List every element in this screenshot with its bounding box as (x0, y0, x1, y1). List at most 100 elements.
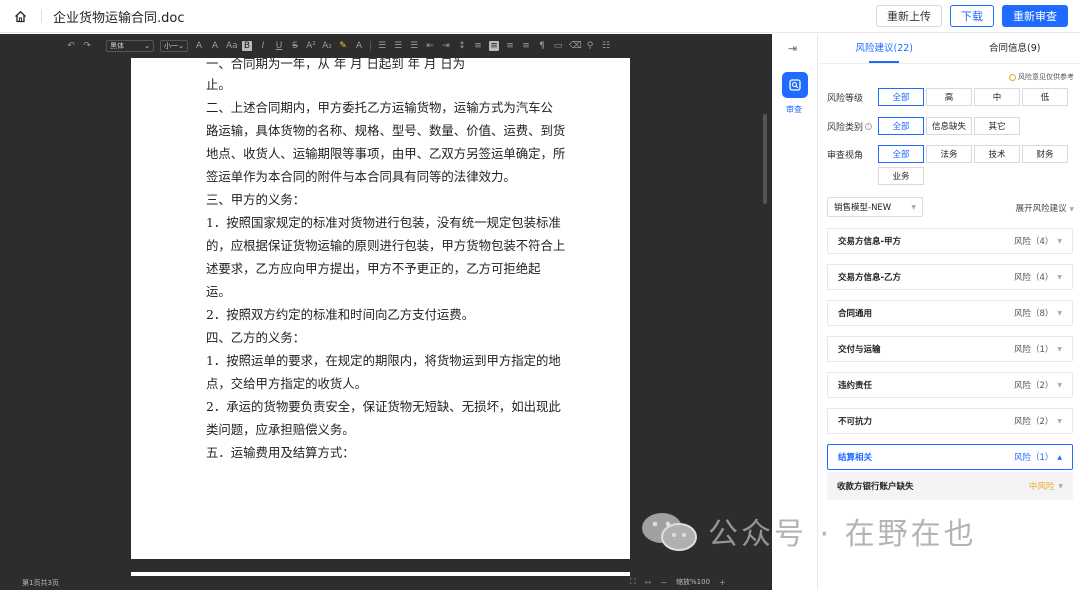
tab-contract-info[interactable]: 合同信息(9) (950, 34, 1080, 63)
chip-category-missing-info[interactable]: 信息缺失 (926, 117, 972, 135)
align-center-icon[interactable]: ≡ (489, 41, 499, 51)
fit-page-icon[interactable]: ⛶ (630, 577, 636, 587)
reupload-button[interactable]: 重新上传 (876, 5, 942, 27)
bullet-list-icon[interactable]: ☰ (377, 41, 387, 51)
editor-toolbar: ↶ ↷ 黑体 ⌄ 小一 ⌄ A A Aa B I U S A² A₂ ✎ A ☰ ☰… (0, 34, 772, 58)
doc-line: 的，应根据保证货物运输的原则进行包装，甲方货物包装不符合上 (206, 238, 566, 253)
risk-group[interactable]: 交易方信息-甲方 风险（4） ▼ (827, 228, 1073, 254)
justify-icon[interactable]: ≡ (521, 41, 531, 51)
risk-count-text: 风险（1） (1013, 345, 1054, 355)
doc-line: 地点、收货人、运输期限等事项，由甲、乙双方另签运单确定，所 (206, 146, 566, 161)
font-color-icon[interactable]: A (354, 41, 364, 51)
undo-icon[interactable]: ↶ (66, 41, 76, 51)
chip-level-medium[interactable]: 中 (974, 88, 1020, 106)
model-select[interactable]: 销售模型-NEW ▼ (827, 197, 923, 217)
chip-category-all[interactable]: 全部 (878, 117, 924, 135)
divider (370, 41, 371, 51)
highlight-icon[interactable]: ✎ (338, 41, 348, 51)
risk-group-name: 违约责任 (838, 381, 873, 391)
info-icon[interactable]: i (865, 122, 873, 130)
chip-perspective-legal[interactable]: 法务 (926, 145, 972, 163)
risk-group-count: 风险（2） ▼ (1014, 415, 1062, 427)
editor-scrollbar[interactable] (763, 114, 767, 204)
expand-suggestions-link[interactable]: 展开风险建议 ▼ (1016, 202, 1074, 214)
chip-category-other[interactable]: 其它 (974, 117, 1020, 135)
risk-group[interactable]: 合同通用 风险（8） ▼ (827, 300, 1073, 326)
risk-group[interactable]: 交付与运输 风险（1） ▼ (827, 336, 1073, 362)
filter-perspective-row2: 业务 (878, 167, 926, 185)
download-button[interactable]: 下载 (950, 5, 994, 27)
tab-risk-suggestions[interactable]: 风险建议(22) (819, 34, 950, 63)
line-spacing-icon[interactable]: ↕ (457, 41, 467, 51)
home-icon[interactable] (13, 9, 27, 23)
chip-level-all[interactable]: 全部 (878, 88, 924, 106)
filter-risk-category: 风险类别 i 全部 信息缺失 其它 (827, 117, 1022, 135)
document-page[interactable]: 一、合同期为一年，从 年 月 日起到 年 月 日为 止。 二、上述合同期内，甲方… (131, 58, 630, 559)
superscript-icon[interactable]: A² (306, 41, 316, 51)
align-right-icon[interactable]: ≡ (505, 41, 515, 51)
bold-icon[interactable]: B (242, 41, 252, 51)
filter-label-text: 风险类别 (827, 122, 864, 133)
chevron-down-icon: ▼ (1057, 237, 1062, 245)
font-size-select[interactable]: 小一 ⌄ (160, 40, 188, 52)
disclaimer-note: 风险意见仅供参考 (1009, 72, 1074, 82)
expand-link-text: 展开风险建议 (1015, 204, 1067, 214)
disclaimer-text: 风险意见仅供参考 (1018, 73, 1074, 81)
shading-icon[interactable]: ▭ (553, 41, 563, 51)
top-actions: 重新上传 下载 重新审查 (876, 5, 1068, 27)
risk-item[interactable]: 收款方银行账户缺失 中风险 ▼ (827, 472, 1073, 500)
outdent-icon[interactable]: ⇤ (425, 41, 435, 51)
indent-icon[interactable]: ⇥ (441, 41, 451, 51)
zoom-controls: ⛶ ⇿ − 缩放%100 + (630, 577, 726, 587)
align-left-icon[interactable]: ≡ (473, 41, 483, 51)
font-grow-icon[interactable]: A (194, 41, 204, 51)
subscript-icon[interactable]: A₂ (322, 41, 332, 51)
risk-group[interactable]: 不可抗力 风险（2） ▼ (827, 408, 1073, 434)
font-name-select[interactable]: 黑体 ⌄ (106, 40, 154, 52)
strikethrough-icon[interactable]: S (290, 41, 300, 51)
chevron-down-icon: ▼ (1069, 206, 1074, 213)
watermark-text: 公众号 · 在野在也 (708, 517, 977, 552)
review-button[interactable] (782, 72, 808, 98)
collapse-panel-icon[interactable]: ⇥ (788, 42, 797, 55)
multilevel-list-icon[interactable]: ☰ (409, 41, 419, 51)
page-indicator: 第1页共3页 (22, 579, 59, 587)
styles-icon[interactable]: ☷ (601, 41, 611, 51)
chevron-down-icon: ⌄ (178, 42, 184, 50)
chevron-down-icon: ▼ (1057, 273, 1062, 281)
fit-width-icon[interactable]: ⇿ (645, 578, 652, 587)
chip-perspective-finance[interactable]: 财务 (1022, 145, 1068, 163)
numbered-list-icon[interactable]: ☰ (393, 41, 403, 51)
risk-group-count: 风险（1） ▲ (1014, 451, 1062, 463)
format-painter-icon[interactable]: ⚲ (585, 41, 595, 51)
chip-level-high[interactable]: 高 (926, 88, 972, 106)
risk-group[interactable]: 违约责任 风险（2） ▼ (827, 372, 1073, 398)
chip-perspective-business[interactable]: 业务 (878, 167, 924, 185)
italic-icon[interactable]: I (258, 41, 268, 51)
eraser-icon[interactable]: ⌫ (569, 41, 582, 51)
recheck-button[interactable]: 重新审查 (1002, 5, 1068, 27)
risk-panel: 风险建议(22) 合同信息(9) 风险意见仅供参考 风险等级 全部 高 中 低 … (819, 34, 1080, 590)
chip-level-low[interactable]: 低 (1022, 88, 1068, 106)
zoom-out-icon[interactable]: − (660, 578, 667, 587)
filter-label: 风险类别 i (827, 120, 878, 133)
risk-group-name: 交易方信息-乙方 (838, 273, 902, 283)
review-label: 审查 (786, 105, 802, 114)
chevron-down-icon: ▼ (1057, 309, 1062, 317)
redo-icon[interactable]: ↷ (82, 41, 92, 51)
risk-group[interactable]: 交易方信息-乙方 风险（4） ▼ (827, 264, 1073, 290)
chip-perspective-tech[interactable]: 技术 (974, 145, 1020, 163)
risk-group-count: 风险（2） ▼ (1014, 379, 1062, 391)
risk-group-expanded[interactable]: 结算相关 风险（1） ▲ (827, 444, 1073, 470)
zoom-in-icon[interactable]: + (719, 578, 726, 587)
change-case-icon[interactable]: Aa (226, 41, 238, 51)
risk-count-text: 风险（4） (1013, 273, 1054, 283)
risk-group-name: 交易方信息-甲方 (838, 237, 902, 247)
doc-line: 1．按照运单的要求，在规定的期限内，将货物运到甲方指定的地 (206, 353, 561, 368)
paragraph-mark-icon[interactable]: ¶ (537, 41, 547, 51)
chip-perspective-all[interactable]: 全部 (878, 145, 924, 163)
underline-icon[interactable]: U (274, 41, 284, 51)
font-shrink-icon[interactable]: A (210, 41, 220, 51)
filter-risk-level: 风险等级 全部 高 中 低 (827, 88, 1070, 106)
font-size-value: 小一 (164, 42, 178, 50)
